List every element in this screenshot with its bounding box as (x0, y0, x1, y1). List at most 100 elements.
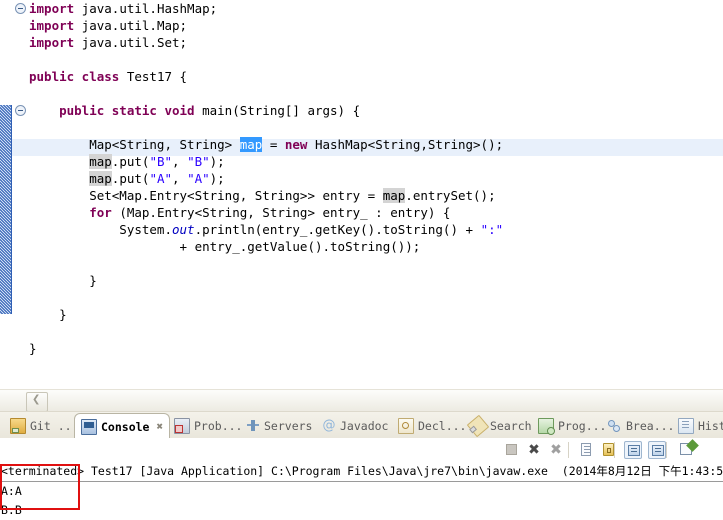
annotation-rectangle (0, 464, 80, 510)
tab-histo[interactable]: Histo (672, 414, 723, 438)
code-token: .entrySet(); (405, 188, 496, 203)
close-icon[interactable]: ✖ (156, 420, 163, 433)
tab-label: Servers (264, 419, 313, 433)
tab-brea[interactable]: Brea... (602, 414, 680, 438)
toolbar-separator (614, 442, 615, 458)
declaration-icon (398, 418, 414, 434)
tab-prob[interactable]: Prob... (168, 414, 248, 438)
tab-git[interactable]: Git ... (4, 414, 84, 438)
console-icon (81, 418, 97, 435)
code-line[interactable]: System.out.println(entry_.getKey().toStr… (0, 221, 723, 238)
code-token: .println(entry_.getKey().toString() + (194, 222, 481, 237)
code-token: new (284, 137, 315, 152)
tab-label: Git ... (30, 419, 79, 433)
tab-console[interactable]: Console ✖ (74, 413, 171, 439)
source-code[interactable]: import java.util.HashMap; import java.uti… (0, 0, 723, 389)
eclipse-ide-window: import java.util.HashMap; import java.uti… (0, 0, 723, 520)
code-token: java.util.Set; (81, 35, 188, 50)
code-line[interactable]: map.put("B", "B"); (0, 153, 723, 170)
code-line[interactable]: map.put("A", "A"); (0, 170, 723, 187)
code-token: "A" (187, 171, 210, 186)
tab-label: Histo (698, 419, 723, 433)
code-token: "A" (149, 171, 173, 186)
tab-label: Decl... (418, 419, 467, 433)
code-token: import (29, 1, 82, 16)
code-line[interactable]: import java.util.Map; (0, 17, 723, 34)
code-line[interactable]: import java.util.Set; (0, 34, 723, 51)
tab-search[interactable]: Search (464, 414, 538, 438)
code-line[interactable] (0, 119, 723, 136)
code-line[interactable] (0, 289, 723, 306)
code-token: "B" (149, 154, 173, 169)
code-token: (Map.Entry<String, String> entry_ : entr… (119, 205, 451, 220)
git-icon (10, 418, 26, 434)
code-line[interactable]: for (Map.Entry<String, String> entry_ : … (0, 204, 723, 221)
code-line[interactable]: public class Test17 { (0, 68, 723, 85)
view-tab-strip[interactable]: Git ... Console ✖ Prob... Servers @ Javadoc Dec… (0, 411, 723, 439)
code-line[interactable]: } (0, 306, 723, 323)
code-token: "B" (187, 154, 210, 169)
java-editor[interactable]: import java.util.HashMap; import java.uti… (0, 0, 723, 389)
code-token: Test17 { (126, 69, 188, 84)
code-token: import (29, 18, 82, 33)
open-console-button[interactable] (678, 441, 696, 459)
code-line[interactable] (0, 255, 723, 272)
tab-label: Prob... (194, 419, 243, 433)
code-token: .put( (111, 171, 150, 186)
scroll-lock-button[interactable] (600, 441, 618, 459)
toolbar-separator (568, 442, 569, 458)
fold-collapse-icon[interactable] (15, 105, 26, 116)
toolbar-separator (666, 442, 667, 458)
fold-collapse-icon[interactable] (15, 3, 26, 14)
code-line[interactable] (0, 85, 723, 102)
code-token: .put( (111, 154, 150, 169)
code-token: out (172, 222, 195, 237)
code-token: java.util.Map; (81, 18, 188, 33)
code-line[interactable]: public static void main(String[] args) { (0, 102, 723, 119)
remove-all-terminated-button: ✖ (550, 442, 562, 458)
console-output-line: B:B (1, 503, 22, 517)
console-output-area[interactable]: <terminated> Test17 [Java Application] C… (0, 462, 723, 520)
code-token: } (29, 273, 97, 288)
code-line[interactable]: Set<Map.Entry<String, String>> entry = m… (0, 187, 723, 204)
code-line[interactable]: } (0, 340, 723, 357)
code-line[interactable] (0, 51, 723, 68)
code-token: Set<Map.Entry<String, String>> entry = (29, 188, 383, 203)
code-token: System. (29, 222, 172, 237)
breakpoints-icon (608, 419, 622, 433)
problems-icon (174, 418, 190, 434)
tab-label: Brea... (626, 419, 675, 433)
code-token: ); (209, 154, 225, 169)
code-token: public static void (29, 103, 203, 118)
tab-javadoc[interactable]: @ Javadoc (316, 414, 394, 438)
tab-label: Search (490, 419, 532, 433)
code-line[interactable]: + entry_.getValue().toString()); (0, 238, 723, 255)
tab-decl[interactable]: Decl... (392, 414, 472, 438)
code-line[interactable]: import java.util.HashMap; (0, 0, 723, 17)
search-icon (466, 414, 490, 438)
servers-icon (246, 419, 260, 433)
tab-prog[interactable]: Prog... (532, 414, 612, 438)
code-token: ":" (480, 222, 504, 237)
code-token: public class (29, 69, 127, 84)
code-token: HashMap<String,String>(); (314, 137, 504, 152)
remove-launch-button[interactable]: ✖ (525, 441, 543, 459)
pin-console-button[interactable] (624, 441, 642, 459)
tab-label: Prog... (558, 419, 607, 433)
terminate-button (503, 441, 521, 459)
code-line[interactable]: } (0, 272, 723, 289)
console-toolbar[interactable]: ✖ ✖ (0, 438, 723, 462)
code-token: = (262, 137, 285, 152)
code-token: } (29, 341, 37, 356)
scroll-left-arrow-button[interactable] (26, 392, 48, 412)
code-line[interactable]: Map<String, String> map = new HashMap<St… (0, 136, 723, 153)
javadoc-icon: @ (322, 418, 336, 433)
display-selected-console-button[interactable] (648, 441, 666, 459)
editor-horizontal-scrollbar[interactable] (0, 389, 723, 412)
code-token: map (382, 188, 406, 203)
tab-servers[interactable]: Servers (240, 414, 318, 438)
code-line[interactable] (0, 323, 723, 340)
clear-console-button[interactable] (578, 441, 596, 459)
code-token: Map<String, String> (29, 137, 240, 152)
